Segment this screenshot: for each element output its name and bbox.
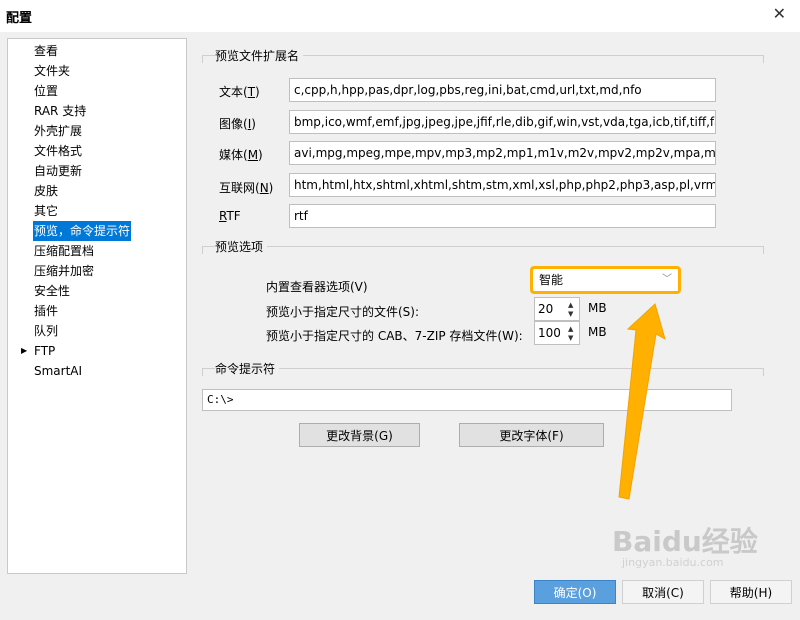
- watermark-url: jingyan.baidu.com: [622, 556, 724, 569]
- watermark-logo: Baidu经验: [612, 525, 758, 558]
